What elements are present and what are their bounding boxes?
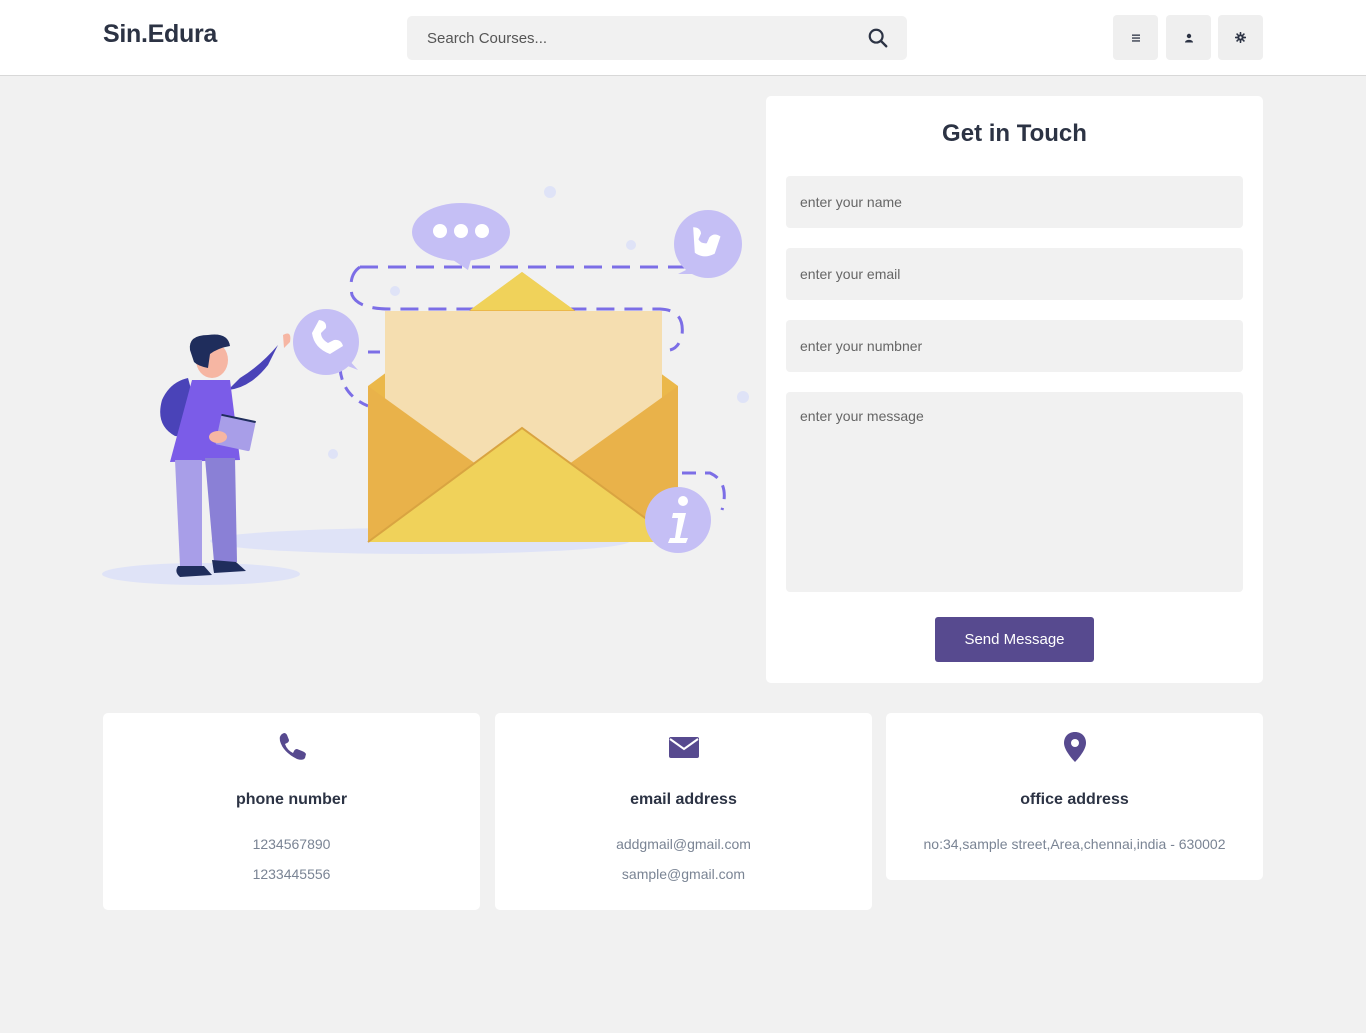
contact-form-title: Get in Touch: [942, 120, 1087, 147]
phone-info-card: phone number 1234567890 1233445556: [103, 713, 480, 910]
email-line-2[interactable]: sample@gmail.com: [495, 866, 872, 882]
user-icon: [1184, 33, 1193, 42]
brand-logo[interactable]: Sin.Edura: [103, 20, 217, 49]
phone-line-1[interactable]: 1234567890: [103, 836, 480, 852]
contact-form-card: Get in Touch Send Message: [766, 96, 1263, 683]
send-message-button[interactable]: Send Message: [935, 617, 1094, 662]
email-card-title: email address: [630, 791, 737, 808]
contact-illustration: [102, 186, 749, 585]
message-field[interactable]: [786, 392, 1243, 592]
search-icon[interactable]: [867, 27, 889, 49]
office-address-line: no:34,sample street,Area,chennai,india -…: [923, 836, 1226, 852]
email-info-card: email address addgmail@gmail.com sample@…: [495, 713, 872, 910]
email-line-1[interactable]: addgmail@gmail.com: [495, 836, 872, 852]
name-field[interactable]: [786, 176, 1243, 228]
map-pin-icon: [1064, 732, 1086, 762]
office-card-title: office address: [1020, 791, 1129, 808]
settings-button[interactable]: [1218, 15, 1263, 60]
email-field[interactable]: [786, 248, 1243, 300]
phone-card-title: phone number: [235, 791, 348, 808]
envelope-icon: [669, 737, 699, 758]
search-input[interactable]: [407, 16, 847, 60]
search-bar: [407, 16, 907, 60]
user-button[interactable]: [1166, 15, 1211, 60]
number-field[interactable]: [786, 320, 1243, 372]
menu-icon: [1131, 34, 1140, 42]
top-navbar: Sin.Edura: [0, 0, 1366, 76]
phone-line-2[interactable]: 1233445556: [103, 866, 480, 882]
settings-icon: [1235, 32, 1246, 43]
phone-icon: [279, 733, 306, 760]
office-info-card: office address no:34,sample street,Area,…: [886, 713, 1263, 880]
menu-button[interactable]: [1113, 15, 1158, 60]
